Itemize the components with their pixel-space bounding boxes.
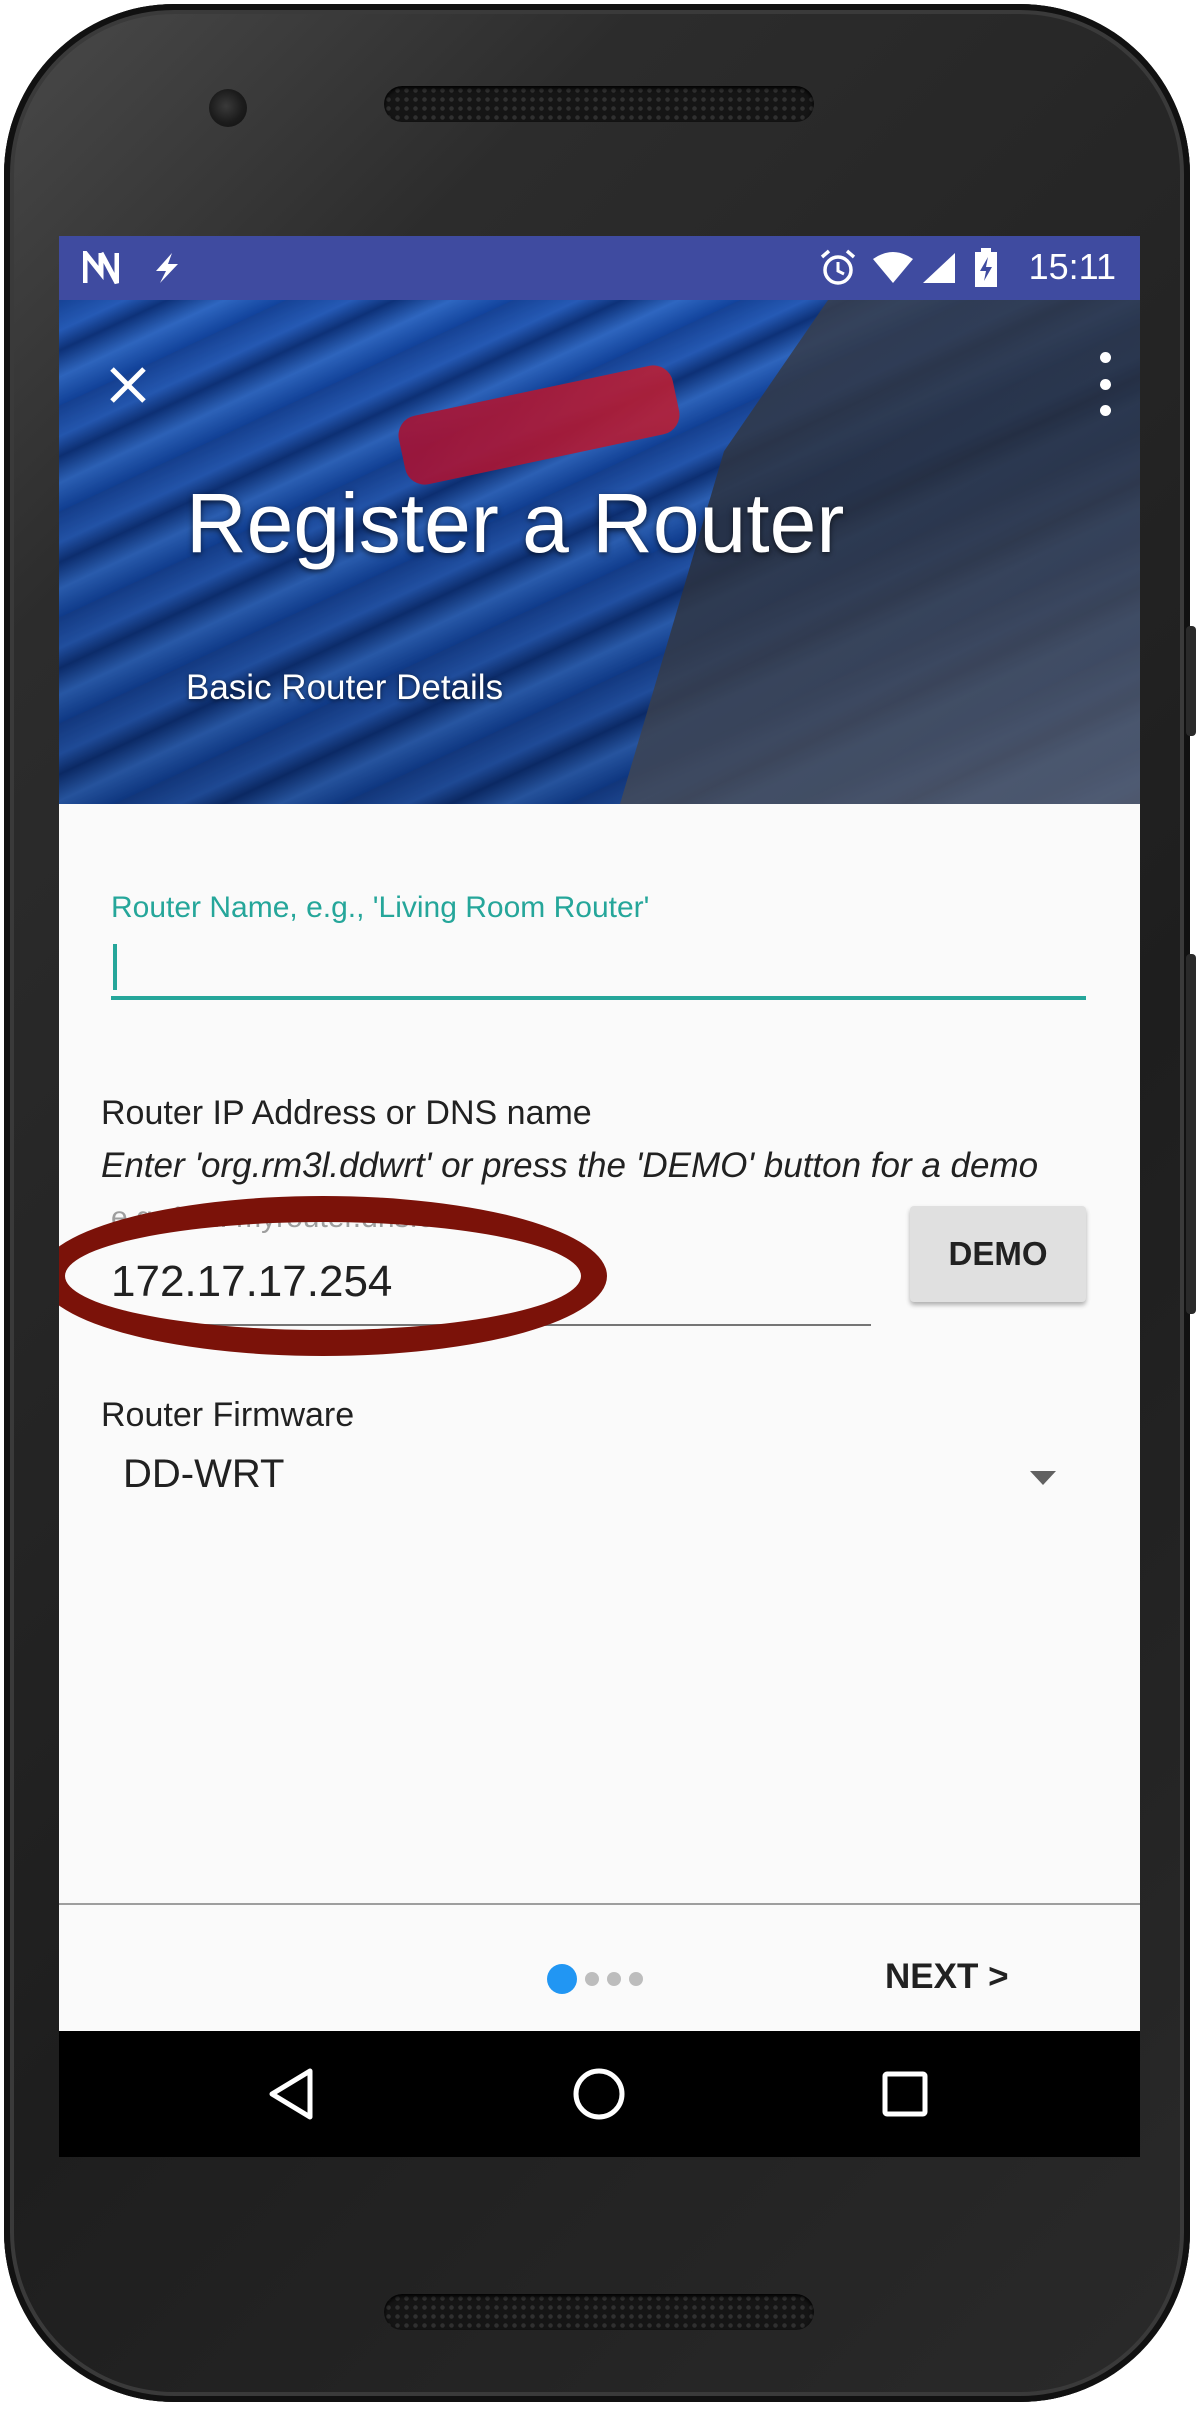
n-notification-icon	[81, 250, 121, 286]
header-image: Register a Router Basic Router Details	[59, 300, 1140, 804]
page-dot	[629, 1972, 643, 1986]
status-time: 15:11	[1028, 246, 1116, 287]
volume-button	[1186, 954, 1196, 1314]
front-camera	[209, 89, 247, 127]
bolt-icon	[147, 250, 187, 286]
app-screen: 15:11 Register a Router Basic Router Det…	[59, 236, 1140, 2157]
system-navigation-bar	[59, 2031, 1140, 2157]
status-bar: 15:11	[59, 236, 1140, 300]
page-dot-active	[547, 1964, 577, 1994]
overflow-menu-icon[interactable]	[1090, 352, 1120, 416]
page-dot	[585, 1972, 599, 1986]
phone-frame: 15:11 Register a Router Basic Router Det…	[4, 4, 1196, 2402]
demo-button[interactable]: DEMO	[910, 1206, 1086, 1302]
close-icon[interactable]	[103, 360, 153, 410]
page-title: Register a Router	[186, 476, 845, 570]
bottom-divider	[59, 1903, 1140, 1905]
page-indicator	[547, 1964, 643, 1994]
dropdown-arrow-icon	[1030, 1471, 1056, 1485]
router-ip-input[interactable]	[111, 1246, 871, 1326]
wifi-icon	[871, 250, 915, 286]
router-ip-placeholder: e.g. 192. myrouter.dns.com	[111, 1201, 475, 1234]
back-icon[interactable]	[231, 2031, 351, 2157]
battery-icon	[972, 248, 1000, 287]
router-ip-label: Router IP Address or DNS name	[101, 1094, 592, 1132]
firmware-dropdown[interactable]: DD-WRT	[101, 1436, 1096, 1520]
firmware-label: Router Firmware	[101, 1396, 355, 1434]
earpiece-speaker	[384, 86, 814, 122]
page-dot	[607, 1972, 621, 1986]
firmware-selected-value: DD-WRT	[123, 1452, 285, 1496]
router-name-label: Router Name, e.g., 'Living Room Router'	[111, 891, 650, 924]
next-button[interactable]: NEXT >	[879, 1956, 1015, 1998]
text-caret	[113, 944, 117, 990]
bottom-speaker	[384, 2294, 814, 2330]
page-subtitle: Basic Router Details	[186, 668, 504, 707]
router-ip-hint: Enter 'org.rm3l.ddwrt' or press the 'DEM…	[101, 1146, 1039, 1185]
recents-icon[interactable]	[845, 2031, 965, 2157]
home-icon[interactable]	[539, 2031, 659, 2157]
power-button	[1186, 626, 1196, 736]
signal-icon	[919, 250, 959, 286]
router-name-input[interactable]	[111, 934, 1086, 1000]
alarm-icon	[817, 249, 859, 286]
